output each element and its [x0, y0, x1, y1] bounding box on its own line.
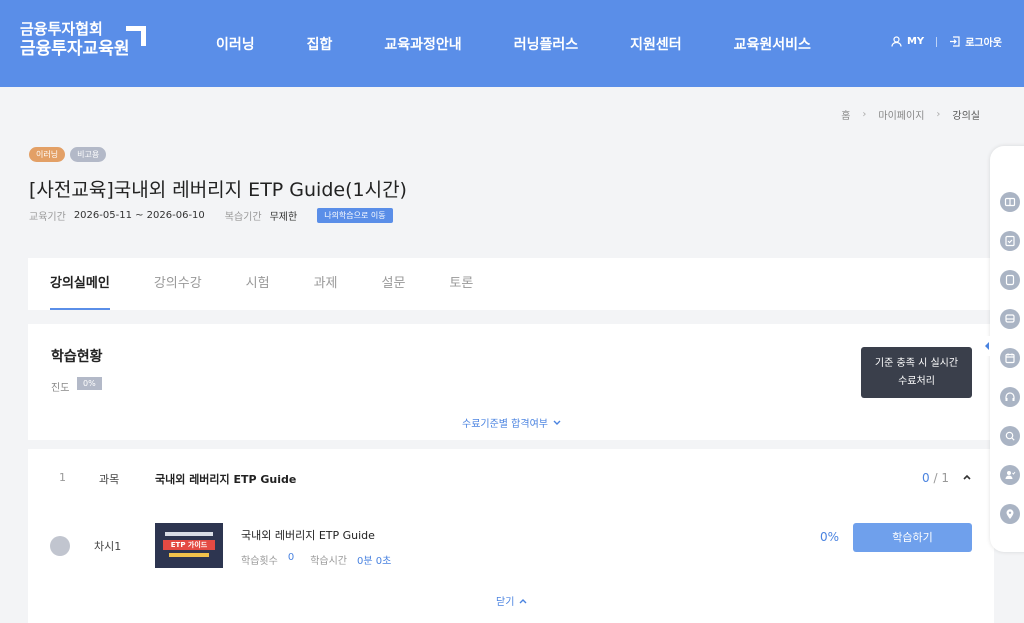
nav-services[interactable]: 교육원서비스	[734, 34, 811, 54]
subject-number: 1	[59, 471, 66, 484]
lesson-meta: 학습횟수 0 학습시간 0분 0초	[241, 552, 407, 567]
progress-value: 0%	[77, 377, 102, 390]
status-title: 학습현황	[51, 349, 103, 365]
headset-icon[interactable]	[1000, 387, 1020, 407]
study-time-label: 학습시간	[310, 556, 347, 567]
criteria-label: 수료기준별 합격여부	[462, 419, 548, 430]
progress-label: 진도	[51, 383, 70, 394]
thumb-stripe	[165, 532, 213, 536]
tablet-icon[interactable]	[1000, 270, 1020, 290]
period-label: 교육기간	[29, 212, 66, 223]
quickbar-toggle[interactable]	[982, 336, 992, 356]
logout-icon	[950, 36, 960, 47]
study-time-value: 0분 0초	[357, 556, 392, 567]
logo-line1: 금융투자협회	[20, 20, 103, 38]
breadcrumb: 홈 › 마이페이지 › 강의실	[841, 107, 980, 122]
chevron-up-icon	[519, 598, 527, 603]
study-button[interactable]: 학습하기	[853, 523, 972, 552]
tab-main[interactable]: 강의실메인	[28, 258, 132, 310]
close-label: 닫기	[496, 597, 515, 608]
lesson-percent: 0%	[820, 530, 840, 544]
nav-elearning[interactable]: 이러닝	[216, 34, 255, 54]
my-link[interactable]: MY	[907, 36, 924, 47]
breadcrumb-current: 강의실	[952, 111, 980, 122]
breadcrumb-mypage[interactable]: 마이페이지	[878, 107, 924, 122]
goto-my-learning-button[interactable]: 나의학습으로 이동	[317, 208, 393, 223]
nav-offline[interactable]: 집합	[307, 34, 333, 54]
tooltip-line1: 기준 충족 시 실시간	[874, 358, 959, 369]
chevron-up-icon[interactable]	[962, 473, 972, 481]
calendar-icon[interactable]	[1000, 348, 1020, 368]
done-count: 0	[922, 471, 930, 485]
course-badges: 이러닝 비고용	[29, 147, 111, 162]
bus-icon[interactable]	[1000, 309, 1020, 329]
chevron-right-icon: ›	[936, 109, 941, 120]
thumb-text: ETP 가이드	[163, 540, 215, 550]
badge-non-employment: 비고용	[70, 147, 107, 162]
nav-support[interactable]: 지원센터	[630, 34, 682, 54]
search-icon[interactable]	[1000, 426, 1020, 446]
lesson-title: 국내외 레버리지 ETP Guide	[241, 529, 375, 542]
subject-progress-count: 0 / 1	[922, 471, 949, 485]
course-meta: 교육기간 2026-05-11 ~ 2026-06-10 복습기간 무제한 나의…	[29, 208, 393, 223]
tab-lecture[interactable]: 강의수강	[132, 258, 224, 310]
logout-link[interactable]: 로그아웃	[965, 34, 1002, 49]
tab-survey[interactable]: 설문	[360, 258, 428, 310]
chevron-down-icon	[553, 420, 561, 425]
study-count-label: 학습횟수	[241, 556, 278, 567]
lesson-label: 차시1	[94, 540, 122, 553]
badge-elearning: 이러닝	[29, 147, 66, 162]
user-icon	[891, 36, 902, 47]
book-icon[interactable]	[1000, 192, 1020, 212]
learning-status-card: 학습현황 진도 0% 수료기준별 합격여부	[28, 324, 994, 440]
tab-assignment[interactable]: 과제	[292, 258, 360, 310]
completion-tooltip: 기준 충족 시 실시간 수료처리	[861, 347, 972, 398]
logo-line2: 금융투자교육원	[20, 39, 130, 59]
subject-card: 1 과목 국내외 레버리지 ETP Guide 0 / 1 차시1 ETP 가이…	[28, 449, 994, 623]
classroom-tabs: 강의실메인 강의수강 시험 과제 설문 토론	[28, 258, 994, 310]
review-value: 무제한	[269, 212, 298, 223]
quick-menu-bar	[982, 146, 1024, 552]
checklist-icon[interactable]	[1000, 231, 1020, 251]
review-label: 복습기간	[224, 212, 262, 223]
breadcrumb-home[interactable]: 홈	[841, 107, 850, 122]
tooltip-line2: 수료처리	[898, 376, 935, 387]
study-count-value: 0	[287, 552, 295, 563]
chevron-right-icon: ›	[862, 109, 867, 120]
site-header: 금융투자협회 금융투자교육원 이러닝 집합 교육과정안내 러닝플러스 지원센터 …	[0, 0, 1024, 87]
site-logo[interactable]: 금융투자협회 금융투자교육원	[20, 20, 129, 60]
nav-courses[interactable]: 교육과정안내	[384, 34, 461, 54]
tab-exam[interactable]: 시험	[224, 258, 292, 310]
course-title: [사전교육]국내외 레버리지 ETP Guide(1시간)	[29, 179, 407, 201]
period-value: 2026-05-11 ~ 2026-06-10	[73, 210, 205, 221]
total-count: / 1	[933, 471, 949, 485]
thumb-stripe-yellow	[169, 553, 209, 557]
util-divider	[936, 36, 938, 47]
subject-kind: 과목	[99, 473, 120, 486]
close-toggle[interactable]: 닫기	[496, 593, 528, 608]
lesson-thumbnail[interactable]: ETP 가이드	[155, 523, 223, 568]
util-menu: MY 로그아웃	[891, 34, 1002, 49]
main-nav: 이러닝 집합 교육과정안내 러닝플러스 지원센터 교육원서비스	[216, 34, 811, 54]
logo-mark-icon	[126, 26, 146, 46]
nav-learning-plus[interactable]: 러닝플러스	[514, 34, 578, 54]
criteria-toggle[interactable]: 수료기준별 합격여부	[462, 415, 562, 430]
subject-name: 국내외 레버리지 ETP Guide	[155, 473, 297, 486]
location-icon[interactable]	[1000, 504, 1020, 524]
lesson-status-dot	[50, 536, 70, 556]
user-check-icon[interactable]	[1000, 465, 1020, 485]
tab-discussion[interactable]: 토론	[427, 258, 495, 310]
